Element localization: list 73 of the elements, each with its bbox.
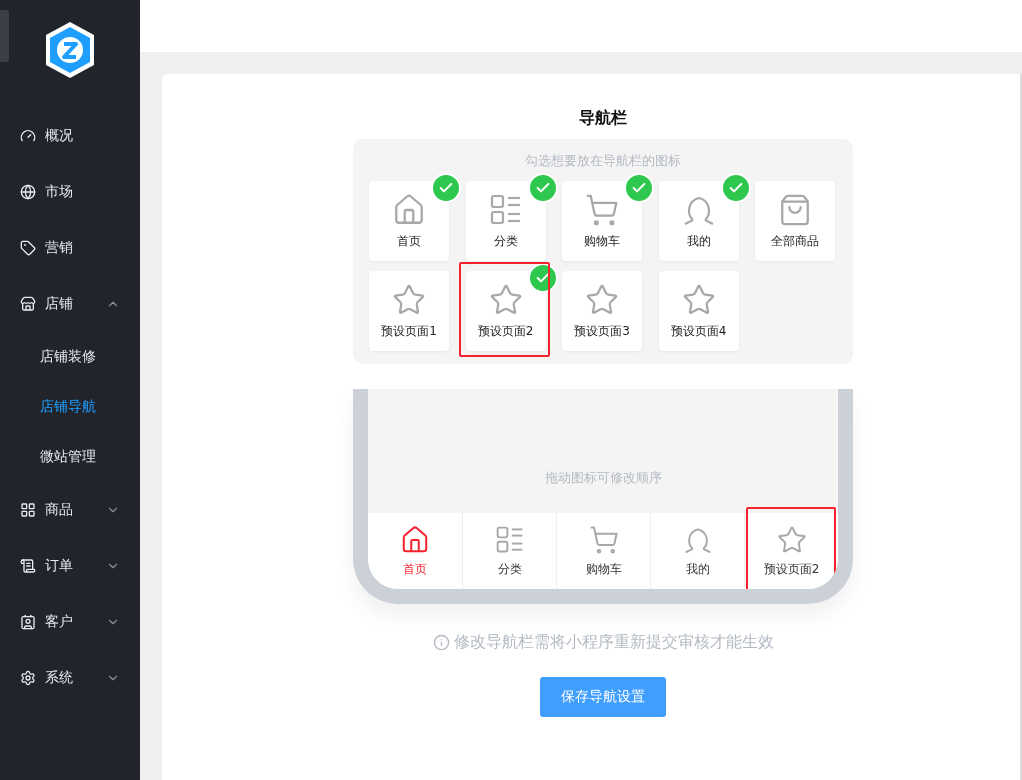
sidebar-item[interactable]: 订单 xyxy=(0,538,140,594)
sidebar-item[interactable]: 系统 xyxy=(0,650,140,706)
star-icon xyxy=(488,282,523,317)
sidebar-item[interactable]: 商品 xyxy=(0,482,140,538)
menu-label: 订单 xyxy=(45,557,74,575)
sidebar-item[interactable]: 店铺 xyxy=(0,276,140,332)
option-label: 预设页面2 xyxy=(477,322,534,340)
icon-option[interactable]: 全部商品 xyxy=(755,181,835,261)
submenu-item[interactable]: 店铺装修 xyxy=(0,332,140,382)
tab-item[interactable]: 预设页面2 xyxy=(744,513,838,589)
star-icon xyxy=(776,524,807,555)
option-label: 全部商品 xyxy=(771,232,819,250)
list-grid-icon xyxy=(488,192,523,227)
icon-option[interactable]: 预设页面3 xyxy=(562,271,642,351)
option-label: 预设页面1 xyxy=(381,322,437,340)
tab-item[interactable]: 我的 xyxy=(650,513,744,589)
notice-text: 修改导航栏需将小程序重新提交审核才能生效 xyxy=(453,632,774,653)
level-meter-drawing xyxy=(0,10,9,62)
info-icon xyxy=(432,634,450,651)
icon-option[interactable]: 购物车 xyxy=(562,181,642,261)
sidebar-item[interactable]: 营销 xyxy=(0,220,140,276)
tab-item[interactable]: 分类 xyxy=(462,513,556,589)
icon-option[interactable]: 分类 xyxy=(465,181,546,261)
icon-option[interactable]: 我的 xyxy=(658,181,739,261)
cart-icon xyxy=(585,192,619,227)
menu-label: 市场 xyxy=(45,183,74,201)
menu-label: 系统 xyxy=(45,669,74,687)
logo-icon xyxy=(43,20,97,80)
menu-label: 店铺 xyxy=(45,295,74,313)
option-label: 购物车 xyxy=(584,232,620,250)
tab-item[interactable]: 购物车 xyxy=(556,513,650,589)
submenu-item[interactable]: 店铺导航 xyxy=(0,382,140,432)
drag-hint: 拖动图标可修改顺序 xyxy=(544,469,662,487)
tab-label: 预设页面2 xyxy=(763,560,820,578)
house-icon xyxy=(400,524,430,555)
option-label: 预设页面4 xyxy=(670,322,727,340)
gauge-icon xyxy=(20,128,36,144)
option-label: 预设页面3 xyxy=(574,322,630,340)
sidebar-item[interactable]: 客户 xyxy=(0,594,140,650)
menu-label: 营销 xyxy=(45,239,74,257)
tab-label: 首页 xyxy=(403,560,427,578)
tab-label: 购物车 xyxy=(585,560,622,578)
list-grid-icon xyxy=(494,524,525,555)
option-label: 分类 xyxy=(493,232,518,250)
icon-option[interactable]: 预设页面4 xyxy=(658,271,739,351)
tab-item[interactable]: 首页 xyxy=(368,513,462,589)
bag-icon xyxy=(778,192,812,227)
picker-hint: 勾选想要放在导航栏的图标 xyxy=(525,152,681,170)
star-icon xyxy=(392,282,426,317)
sidebar-item[interactable]: 概况 xyxy=(0,108,140,164)
menu-label: 客户 xyxy=(45,613,74,631)
cart-icon xyxy=(588,524,619,555)
icon-option[interactable]: 预设页面2 xyxy=(465,271,546,351)
tab-label: 我的 xyxy=(685,560,710,578)
house-icon xyxy=(392,192,426,227)
section-title: 导航栏 xyxy=(579,108,627,129)
star-icon xyxy=(585,282,619,317)
store-icon xyxy=(20,296,36,312)
star-icon xyxy=(681,282,716,317)
globe-icon xyxy=(20,184,36,200)
option-label: 首页 xyxy=(397,232,421,250)
option-label: 我的 xyxy=(686,232,711,250)
contact-card-icon xyxy=(20,614,36,630)
tag-icon xyxy=(20,240,36,256)
sidebar-item[interactable]: 市场 xyxy=(0,164,140,220)
icon-option[interactable]: 预设页面1 xyxy=(369,271,449,351)
grid-icon xyxy=(20,502,36,518)
submenu-item[interactable]: 微站管理 xyxy=(0,432,140,482)
settings-icon xyxy=(20,670,36,686)
menu-label: 概况 xyxy=(45,127,74,145)
tab-label: 分类 xyxy=(497,560,522,578)
icon-option[interactable]: 首页 xyxy=(369,181,449,261)
menu-label: 商品 xyxy=(45,501,74,519)
